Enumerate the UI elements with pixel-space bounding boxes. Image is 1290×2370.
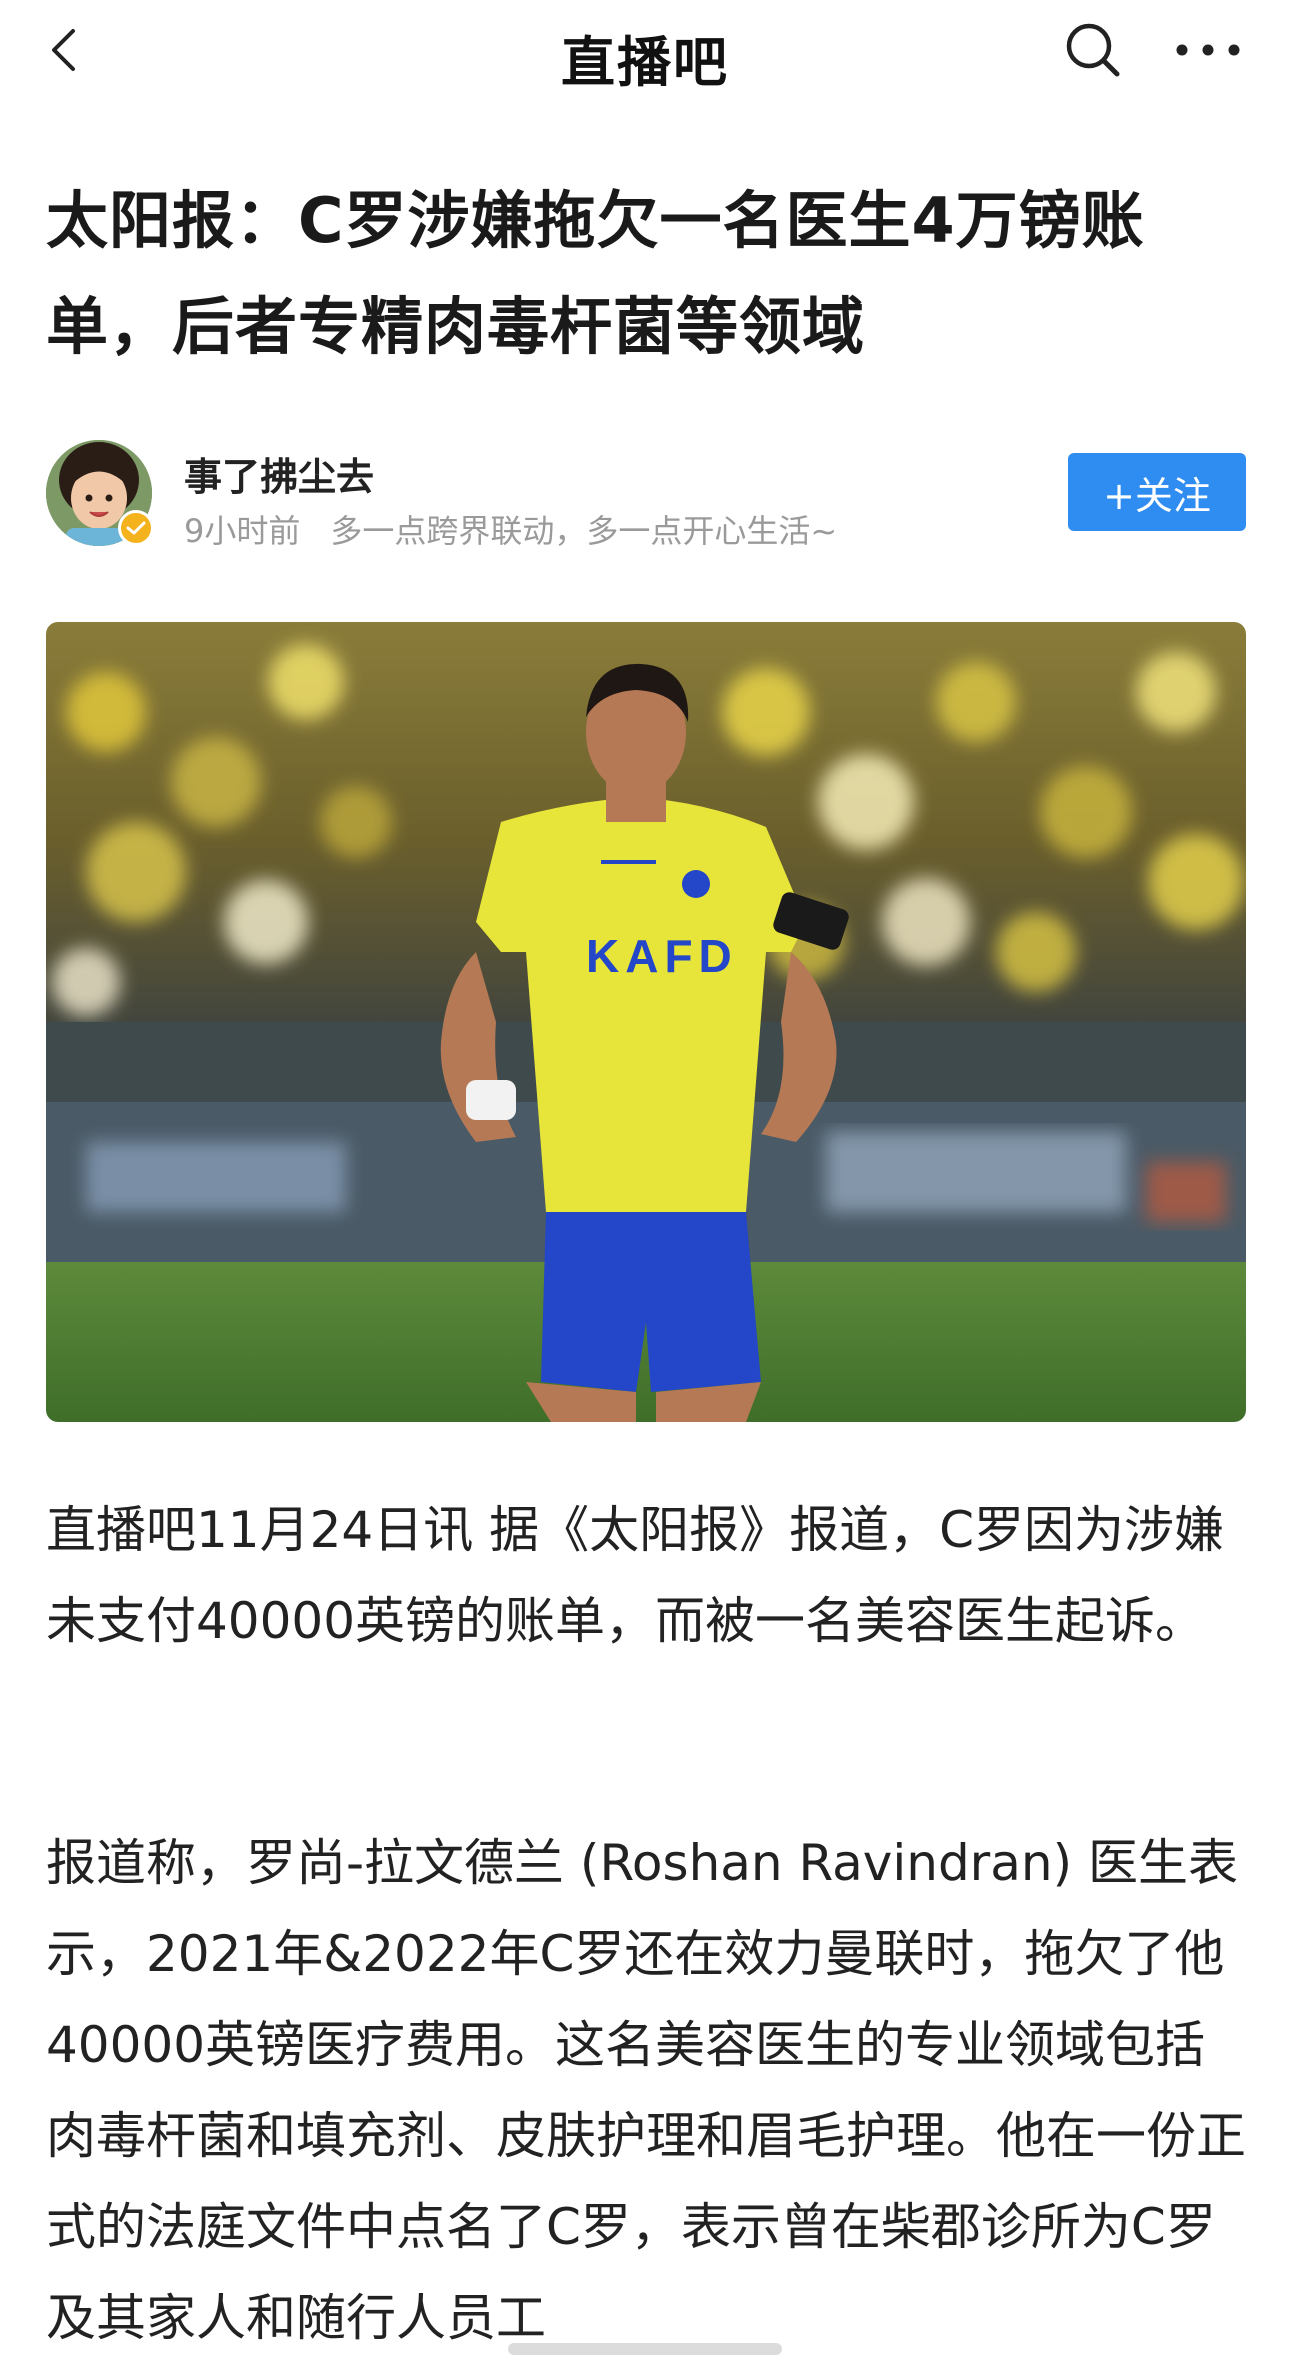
article-paragraph-1: 直播吧11月24日讯 据《太阳报》报道，C罗因为涉嫌未支付40000英镑的账单，… (46, 1501, 1225, 1650)
football-player-photo: KAFD (46, 622, 1246, 1422)
author-row: 事了拂尘去 9小时前 多一点跨界联动，多一点开心生活~ +关注 (46, 440, 1246, 550)
search-icon (1066, 23, 1120, 77)
author-bio: 多一点跨界联动，多一点开心生活~ (330, 512, 838, 550)
verified-badge-icon (118, 510, 154, 546)
author-meta: 9小时前 多一点跨界联动，多一点开心生活~ (184, 506, 837, 552)
more-horizontal-icon (1176, 44, 1240, 56)
top-nav-bar: 直播吧 (0, 0, 1290, 100)
article-headline: 太阳报：C罗涉嫌拖欠一名医生4万镑账单，后者专精肉毒杆菌等领域 (46, 184, 1145, 363)
svg-text:KAFD: KAFD (586, 930, 738, 982)
article-photo[interactable]: KAFD (46, 622, 1246, 1422)
search-button[interactable] (1058, 20, 1128, 80)
article-paragraph-2: 报道称，罗尚-拉文德兰 (Roshan Ravindran) 医生表示，2021… (46, 1834, 1246, 2347)
author-name[interactable]: 事了拂尘去 (184, 446, 374, 501)
follow-button[interactable]: +关注 (1068, 453, 1246, 531)
post-time: 9小时前 (184, 512, 301, 550)
home-indicator[interactable] (508, 2343, 782, 2355)
more-button[interactable] (1168, 20, 1248, 80)
